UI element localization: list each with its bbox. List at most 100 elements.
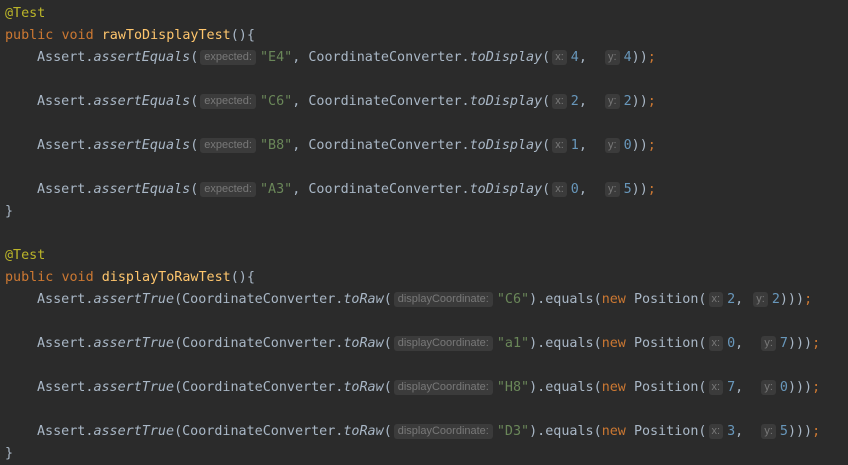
keyword-void: void — [61, 28, 94, 43]
string-literal: "E4" — [259, 50, 293, 65]
method-name[interactable]: rawToDisplayTest — [102, 28, 231, 43]
keyword-new: new — [601, 380, 626, 395]
string-literal: "B8" — [259, 138, 293, 153]
number-literal: 7 — [727, 380, 736, 395]
closing-brace-line: } — [5, 443, 13, 465]
position-constructor: Position( — [633, 292, 707, 307]
parameter-hint: displayCoordinate: — [393, 424, 493, 439]
keyword-void: void — [61, 270, 94, 285]
converter-class: CoordinateConverter. — [308, 94, 470, 109]
string-literal: "H8" — [496, 380, 530, 395]
string-literal: "C6" — [496, 292, 530, 307]
code-line: Assert.assertEquals(expected: "C6", Coord… — [37, 94, 656, 109]
number-literal: 1 — [570, 138, 579, 153]
number-literal: 2 — [771, 292, 780, 307]
to-raw-call[interactable]: toRaw — [343, 336, 383, 351]
code-line: Assert.assertEquals(expected: "A3", Coord… — [37, 182, 656, 197]
to-display-call[interactable]: toDisplay — [470, 50, 543, 65]
method-signature-display-to-raw: public void displayToRawTest(){ — [5, 267, 255, 289]
assert-true-call[interactable]: assertTrue — [93, 380, 174, 395]
keyword-new: new — [601, 424, 626, 439]
open-brace: (){ — [230, 28, 255, 43]
code-line: Assert.assertTrue(CoordinateConverter.to… — [37, 424, 821, 439]
converter-class: CoordinateConverter. — [182, 380, 344, 395]
assert-true-call[interactable]: assertTrue — [93, 424, 174, 439]
closing-brace-line: } — [5, 201, 13, 223]
to-display-call[interactable]: toDisplay — [470, 182, 543, 197]
parameter-hint: x: — [708, 424, 724, 439]
parameter-hint: y: — [761, 380, 776, 395]
number-literal: 2 — [623, 94, 632, 109]
parameter-hint: displayCoordinate: — [393, 336, 493, 351]
parameter-hint: expected: — [200, 182, 256, 197]
close-brace: } — [5, 204, 14, 219]
assert-class: Assert. — [37, 182, 94, 197]
parameter-hint: x: — [552, 50, 567, 65]
parameter-hint: displayCoordinate: — [393, 380, 493, 395]
to-raw-call[interactable]: toRaw — [343, 292, 383, 307]
code-line: Assert.assertEquals(expected: "B8", Coord… — [37, 138, 656, 153]
converter-class: CoordinateConverter. — [308, 138, 470, 153]
converter-class: CoordinateConverter. — [308, 50, 470, 65]
to-raw-call[interactable]: toRaw — [343, 380, 383, 395]
string-literal: "D3" — [496, 424, 530, 439]
parameter-hint: x: — [552, 182, 567, 197]
code-line: Assert.assertTrue(CoordinateConverter.to… — [37, 292, 813, 307]
assert-equals-call[interactable]: assertEquals — [93, 94, 190, 109]
assert-equals-call[interactable]: assertEquals — [93, 138, 190, 153]
to-raw-call[interactable]: toRaw — [343, 424, 383, 439]
number-literal: 5 — [779, 424, 788, 439]
parameter-hint: y: — [605, 138, 620, 153]
method-name[interactable]: displayToRawTest — [102, 270, 231, 285]
code-line: Assert.assertTrue(CoordinateConverter.to… — [37, 336, 821, 351]
parameter-hint: expected: — [200, 138, 256, 153]
to-display-call[interactable]: toDisplay — [470, 138, 543, 153]
assert-true-call[interactable]: assertTrue — [93, 292, 174, 307]
code-line: Assert.assertTrue(CoordinateConverter.to… — [37, 380, 821, 395]
equals-call: ).equals( — [529, 336, 602, 351]
parameter-hint: y: — [761, 336, 776, 351]
assert-class: Assert. — [37, 138, 94, 153]
annotation-line: @Test — [5, 245, 45, 267]
string-literal: "A3" — [259, 182, 293, 197]
annotation-line: @Test — [5, 3, 45, 25]
equals-call: ).equals( — [529, 424, 602, 439]
to-display-call[interactable]: toDisplay — [470, 94, 543, 109]
parameter-hint: displayCoordinate: — [393, 292, 493, 307]
number-literal: 2 — [727, 292, 736, 307]
parameter-hint: x: — [708, 380, 724, 395]
number-literal: 0 — [570, 182, 579, 197]
position-constructor: Position( — [633, 424, 707, 439]
code-line: Assert.assertEquals(expected: "E4", Coord… — [37, 50, 656, 65]
keyword-public: public — [5, 270, 54, 285]
number-literal: 2 — [570, 94, 579, 109]
number-literal: 0 — [623, 138, 632, 153]
assert-class: Assert. — [37, 50, 94, 65]
close-brace: } — [5, 446, 14, 461]
test-annotation: @Test — [5, 248, 46, 263]
position-constructor: Position( — [633, 380, 707, 395]
assert-class: Assert. — [37, 424, 94, 439]
assert-class: Assert. — [37, 292, 94, 307]
assert-true-call[interactable]: assertTrue — [93, 336, 174, 351]
equals-call: ).equals( — [529, 292, 602, 307]
parameter-hint: x: — [708, 292, 724, 307]
number-literal: 4 — [570, 50, 579, 65]
parameter-hint: expected: — [200, 94, 256, 109]
assert-equals-call[interactable]: assertEquals — [93, 50, 190, 65]
test-annotation: @Test — [5, 6, 46, 21]
converter-class: CoordinateConverter. — [182, 292, 344, 307]
assert-equals-call[interactable]: assertEquals — [93, 182, 190, 197]
parameter-hint: y: — [605, 182, 620, 197]
assert-class: Assert. — [37, 380, 94, 395]
parameter-hint: x: — [552, 94, 567, 109]
parameter-hint: y: — [761, 424, 776, 439]
converter-class: CoordinateConverter. — [308, 182, 470, 197]
parameter-hint: y: — [605, 94, 620, 109]
string-literal: "C6" — [259, 94, 293, 109]
converter-class: CoordinateConverter. — [182, 336, 344, 351]
parameter-hint: x: — [708, 336, 724, 351]
open-brace: (){ — [230, 270, 255, 285]
code-editor[interactable]: @Test public void rawToDisplayTest(){ As… — [0, 0, 848, 465]
number-literal: 0 — [779, 380, 788, 395]
